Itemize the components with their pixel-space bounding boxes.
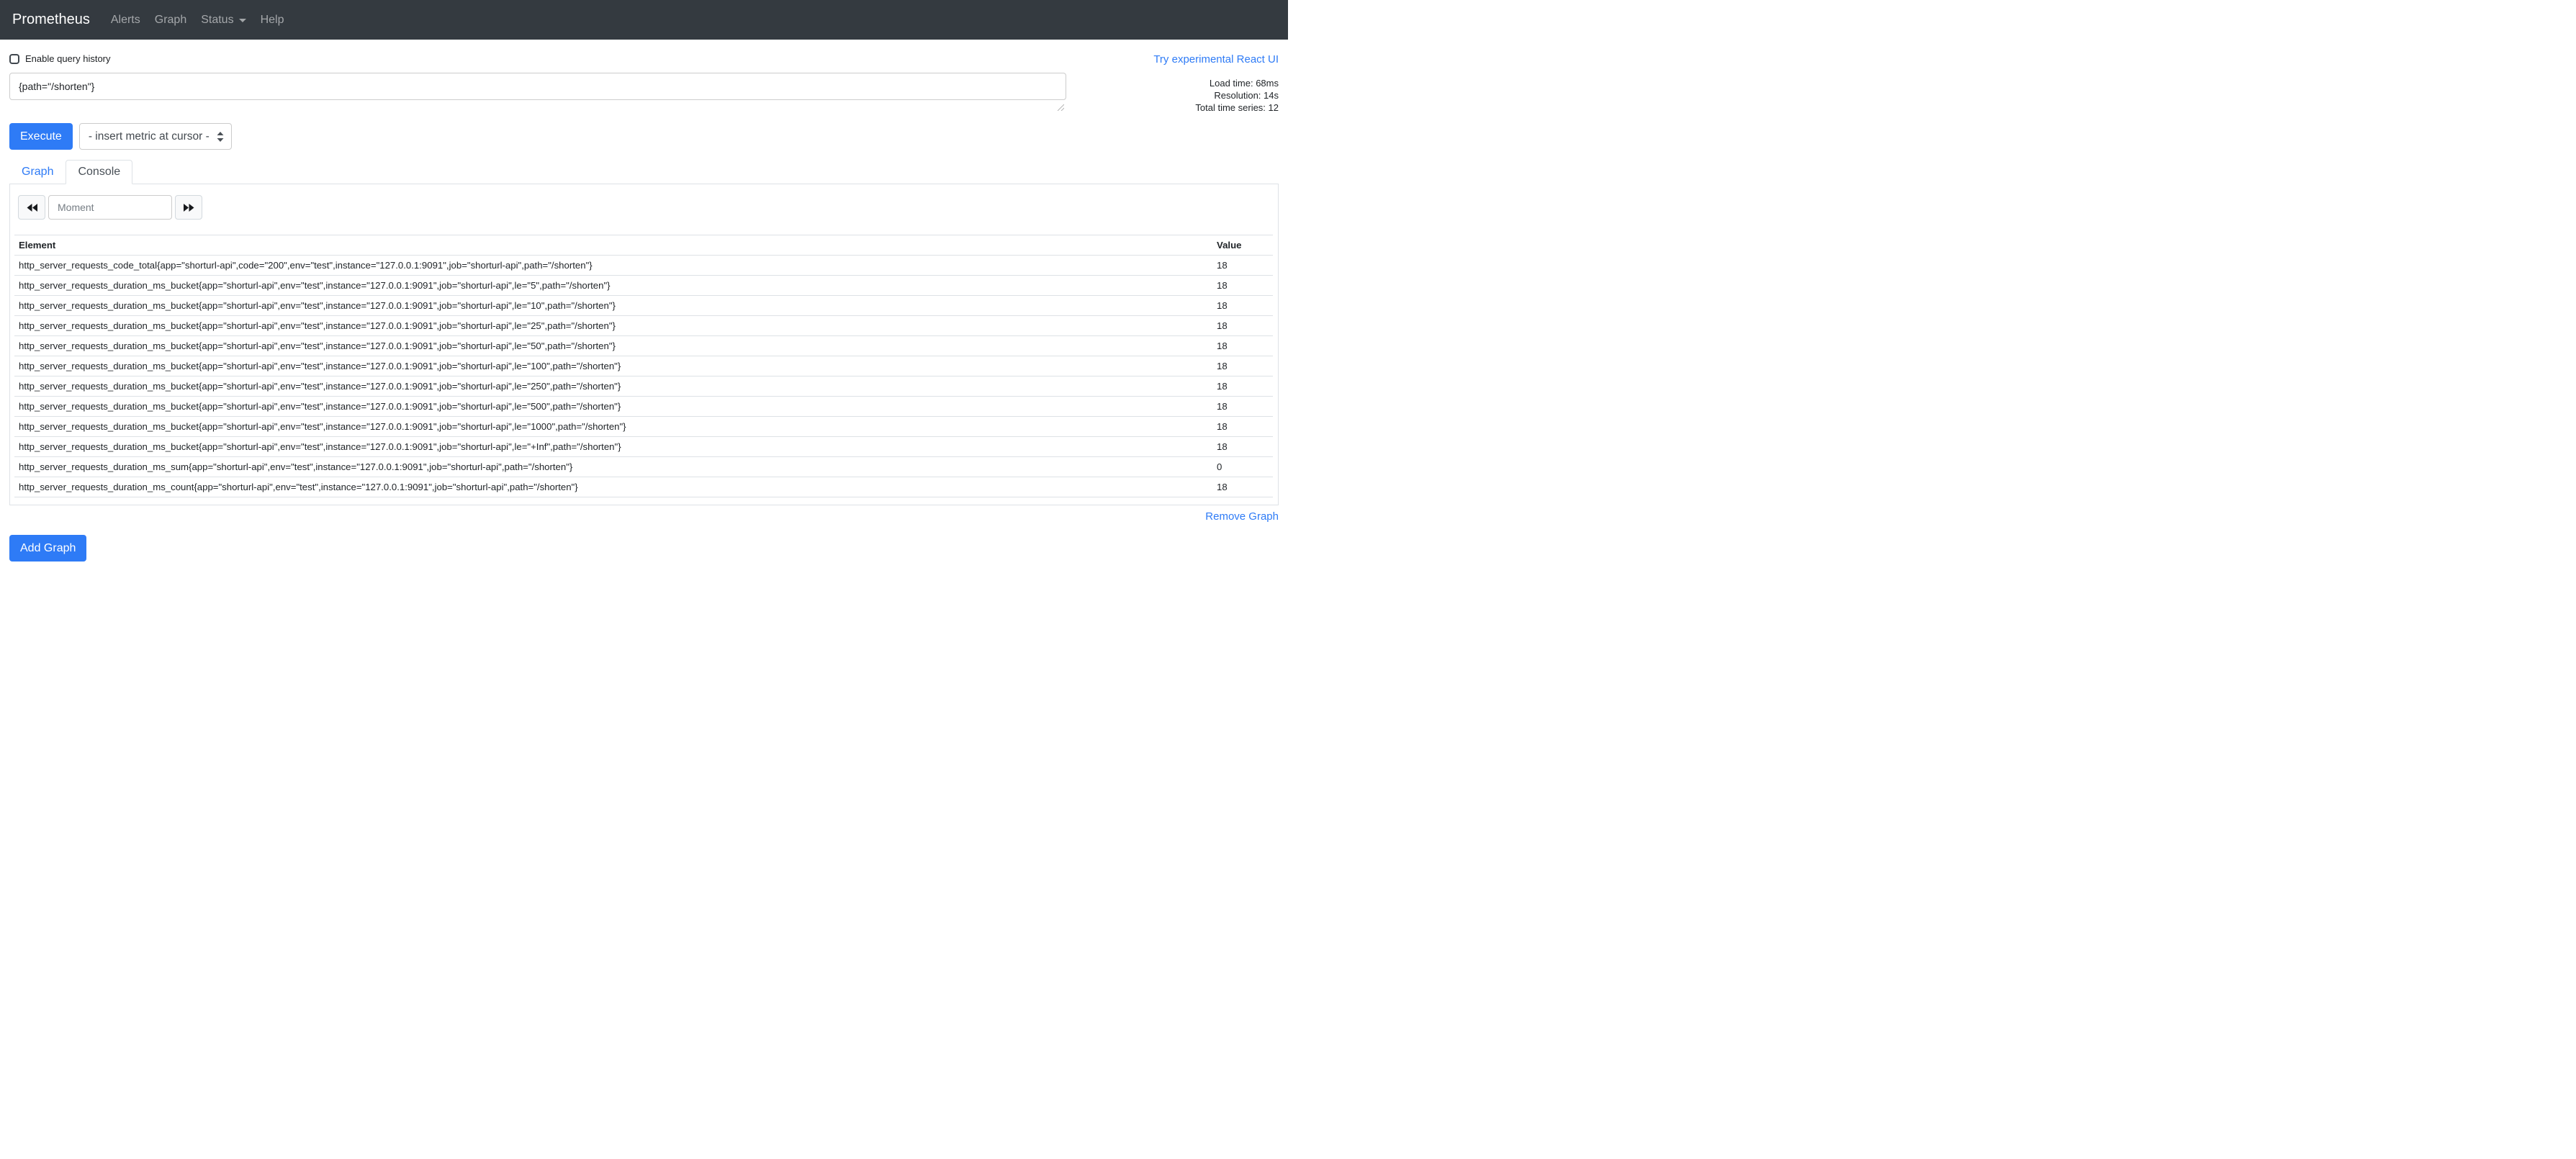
resolution-stat: Resolution: 14s [1195,89,1279,102]
nav-links: Alerts Graph Status Help [104,14,292,27]
value-cell: 0 [1212,457,1273,477]
nav-item-label: Help [261,14,284,27]
moment-next-button[interactable] [175,195,202,220]
resize-handle-icon[interactable] [1057,104,1064,111]
tab-strip: Graph Console [9,160,1279,184]
moment-input[interactable] [48,195,172,220]
table-row: http_server_requests_duration_ms_bucket{… [14,356,1273,376]
enable-query-history-checkbox[interactable] [9,54,19,64]
element-cell: http_server_requests_duration_ms_bucket{… [14,397,1212,417]
moment-controls [18,195,1273,220]
element-cell: http_server_requests_duration_ms_count{a… [14,477,1212,497]
value-cell: 18 [1212,356,1273,376]
navbar: Prometheus Alerts Graph Status Help [0,0,1288,40]
fast-forward-icon [184,204,194,212]
table-row: http_server_requests_duration_ms_sum{app… [14,457,1273,477]
value-cell: 18 [1212,296,1273,316]
table-row: http_server_requests_duration_ms_bucket{… [14,276,1273,296]
remove-graph-link[interactable]: Remove Graph [1205,510,1279,523]
moment-prev-button[interactable] [18,195,45,220]
table-row: http_server_requests_code_total{app="sho… [14,256,1273,276]
console-table: Element Value http_server_requests_code_… [14,235,1273,497]
table-row: http_server_requests_duration_ms_bucket{… [14,437,1273,457]
nav-item-status[interactable]: Status [194,14,253,27]
value-cell: 18 [1212,417,1273,437]
nav-item-alerts[interactable]: Alerts [104,14,148,27]
nav-item-label: Alerts [111,14,140,27]
query-input-wrap: {path="/shorten"} [9,73,1066,114]
table-row: http_server_requests_duration_ms_bucket{… [14,417,1273,437]
execute-button[interactable]: Execute [9,123,73,150]
caret-down-icon [239,19,246,22]
total-time-series-stat: Total time series: 12 [1195,102,1279,114]
element-cell: http_server_requests_duration_ms_bucket{… [14,437,1212,457]
add-graph-button[interactable]: Add Graph [9,535,86,562]
value-cell: 18 [1212,437,1273,457]
query-input[interactable]: {path="/shorten"} [9,73,1066,100]
console-table-body: http_server_requests_code_total{app="sho… [14,256,1273,497]
table-row: http_server_requests_duration_ms_bucket{… [14,336,1273,356]
table-row: http_server_requests_duration_ms_bucket{… [14,316,1273,336]
element-cell: http_server_requests_duration_ms_bucket{… [14,276,1212,296]
value-cell: 18 [1212,336,1273,356]
value-cell: 18 [1212,376,1273,397]
element-cell: http_server_requests_duration_ms_bucket{… [14,356,1212,376]
load-time-stat: Load time: 68ms [1195,77,1279,89]
nav-item-label: Graph [155,14,186,27]
value-cell: 18 [1212,477,1273,497]
try-react-ui-link[interactable]: Try experimental React UI [1153,53,1279,66]
table-row: http_server_requests_duration_ms_count{a… [14,477,1273,497]
nav-item-graph[interactable]: Graph [148,14,194,27]
console-panel: Element Value http_server_requests_code_… [9,184,1279,505]
enable-query-history-label: Enable query history [9,53,111,64]
nav-item-help[interactable]: Help [253,14,292,27]
table-row: http_server_requests_duration_ms_bucket{… [14,397,1273,417]
table-header-row: Element Value [14,235,1273,256]
element-cell: http_server_requests_duration_ms_bucket{… [14,336,1212,356]
value-cell: 18 [1212,397,1273,417]
tab-console[interactable]: Console [66,160,132,184]
insert-metric-select-label: - insert metric at cursor - [89,130,210,143]
value-cell: 18 [1212,316,1273,336]
element-cell: http_server_requests_duration_ms_sum{app… [14,457,1212,477]
element-cell: http_server_requests_duration_ms_bucket{… [14,316,1212,336]
insert-metric-select[interactable]: - insert metric at cursor - [79,123,232,150]
element-cell: http_server_requests_duration_ms_bucket{… [14,417,1212,437]
value-cell: 18 [1212,276,1273,296]
nav-item-label: Status [201,14,233,27]
table-row: http_server_requests_duration_ms_bucket{… [14,296,1273,316]
brand-link[interactable]: Prometheus [12,12,90,28]
query-stats: Load time: 68ms Resolution: 14s Total ti… [1195,73,1279,114]
element-cell: http_server_requests_duration_ms_bucket{… [14,376,1212,397]
value-column-header: Value [1212,235,1273,256]
rewind-icon [27,204,37,212]
element-cell: http_server_requests_code_total{app="sho… [14,256,1212,276]
element-cell: http_server_requests_duration_ms_bucket{… [14,296,1212,316]
main-content: Enable query history Try experimental Re… [0,53,1288,589]
tab-graph[interactable]: Graph [9,160,66,184]
value-cell: 18 [1212,256,1273,276]
select-updown-icon [217,132,224,142]
table-row: http_server_requests_duration_ms_bucket{… [14,376,1273,397]
enable-query-history-text: Enable query history [25,53,111,64]
element-column-header: Element [14,235,1212,256]
